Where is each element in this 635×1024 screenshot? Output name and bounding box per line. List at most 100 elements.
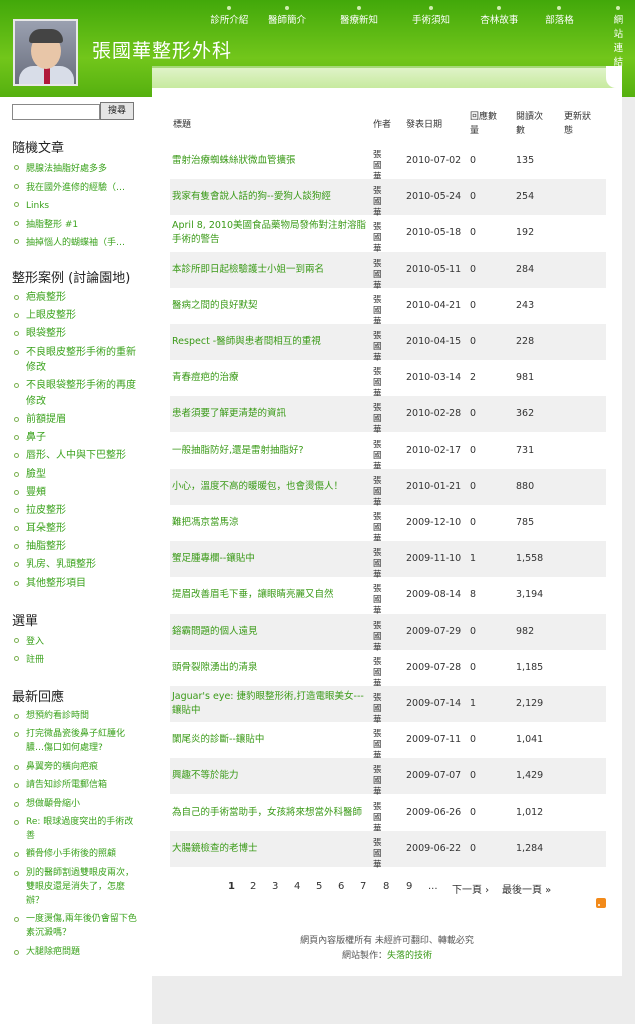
nav-item[interactable]: 醫師簡介	[268, 6, 307, 26]
recent-comment-link[interactable]: 請告知診所電郵信箱	[12, 778, 142, 792]
case-category-link[interactable]: 其他整形項目	[12, 576, 142, 592]
post-title-link[interactable]: Respect -醫師與患者間相互的重視	[172, 335, 367, 349]
case-category-link[interactable]: 抽脂整形	[12, 539, 142, 555]
post-date: 2009-06-22	[406, 842, 462, 854]
nav-item-label: 醫師簡介	[268, 15, 307, 26]
recent-comment-link[interactable]: 一度燙傷,兩年後仍會留下色素沉澱嗎？	[12, 912, 142, 940]
post-title-link[interactable]: 我家有隻會說人話的狗--愛狗人談狗經	[172, 190, 367, 204]
recent-comment-link[interactable]: 顴骨修小手術後的照顧	[12, 847, 142, 861]
post-title-link[interactable]: 蟹足腫專欄--鑲貼中	[172, 552, 367, 566]
credit-link[interactable]: 失落的技術	[387, 951, 432, 961]
search-button[interactable]: 搜尋	[100, 102, 134, 120]
menu-link[interactable]: 登入	[12, 633, 142, 651]
post-date: 2009-06-26	[406, 806, 462, 818]
recent-comment-link[interactable]: 別的醫師割過雙眼皮兩次，雙眼皮還是消失了，怎麼辦？	[12, 866, 142, 908]
case-category-link[interactable]: 臉型	[12, 467, 142, 483]
site-title[interactable]: 張國華整形外科	[92, 36, 232, 63]
recent-comment-link[interactable]: 打完微晶瓷後鼻子紅腫化膿…傷口如何處理?	[12, 727, 142, 755]
case-category-link[interactable]: 眼袋整形	[12, 326, 142, 342]
pager-last[interactable]: 最後一頁 »	[502, 881, 551, 896]
pager-page[interactable]: 2	[250, 881, 256, 892]
post-author: 張國華	[373, 801, 382, 834]
case-category-link[interactable]: 鼻子	[12, 430, 142, 446]
case-category-link[interactable]: 拉皮整形	[12, 503, 142, 519]
post-title-link[interactable]: 頭骨裂隙湧出的清泉	[172, 661, 367, 675]
nav-item[interactable]: 診所介紹	[210, 6, 248, 26]
table-row: 為自己的手術當助手，女孩將來想當外科醫師 張國華 2009-06-26 0 1,012	[170, 795, 606, 834]
nav-item[interactable]: 杏林故事	[480, 6, 518, 26]
post-replies: 0	[470, 734, 477, 746]
random-post-link[interactable]: 我在國外進修的經驗（…	[12, 179, 142, 198]
random-post-link[interactable]: 抽脂整形 #1	[12, 216, 142, 235]
posts-table-header: 標題 作者 發表日期 回應數量 閱讀次數 更新狀態	[170, 108, 606, 142]
post-title-link[interactable]: 鎔霸問題的個人遠見	[172, 625, 367, 639]
nav-item[interactable]: 醫療新知	[340, 6, 378, 26]
post-views: 3,194	[516, 589, 544, 601]
header-title[interactable]: 標題	[173, 118, 191, 132]
post-title-link[interactable]: April 8, 2010美國食品藥物局發佈對注射溶脂手術的警告	[172, 219, 367, 247]
post-title-link[interactable]: Jaguar's eye: 捷豹眼整形術,打造電眼美女---鑲貼中	[172, 690, 367, 718]
nav-item[interactable]: 手術須知	[412, 6, 450, 26]
case-category-link[interactable]: 豐頰	[12, 485, 142, 501]
pager-next[interactable]: 下一頁 ›	[452, 881, 489, 896]
case-category-link[interactable]: 疤痕整形	[12, 290, 142, 306]
nav-item[interactable]: 網站連結	[614, 6, 623, 68]
pager-page[interactable]: 3	[272, 881, 278, 892]
post-date: 2010-05-18	[406, 227, 462, 239]
nav-item[interactable]: 部落格	[545, 6, 574, 26]
post-author: 張國華	[373, 331, 382, 363]
recent-comment-link[interactable]: 想做顳骨縮小	[12, 797, 142, 811]
recent-comment-link[interactable]: 想預約看診時間	[12, 709, 142, 723]
post-title-link[interactable]: 大腸鏡檢查的老博士	[172, 842, 367, 856]
case-category-link[interactable]: 耳朵整形	[12, 521, 142, 537]
post-replies: 0	[470, 155, 477, 166]
case-category-link[interactable]: 唇形、人中與下巴整形	[12, 448, 142, 464]
post-title-link[interactable]: 一般抽脂防好,還是雷射抽脂好?	[172, 444, 367, 458]
post-title-link[interactable]: 雷射治療蜘蛛絲狀微血管擴張	[172, 154, 367, 168]
random-post-link[interactable]: 抽掉惱人的蝴蝶袖（手…	[12, 234, 142, 253]
pager-page[interactable]: 4	[294, 881, 300, 892]
pager-page[interactable]: 7	[360, 881, 366, 892]
post-title-link[interactable]: 青春痘疤的治療	[172, 371, 367, 385]
post-title-link[interactable]: 提眉改善眉毛下垂，讓眼睛亮麗又自然	[172, 588, 367, 602]
post-views: 1,284	[516, 842, 544, 854]
case-category-link[interactable]: 不良眼皮整形手術的重新修改	[12, 345, 142, 376]
case-category-link[interactable]: 前額提眉	[12, 412, 142, 428]
post-date: 2010-05-24	[406, 191, 462, 203]
post-title-link[interactable]: 為自己的手術當助手，女孩將來想當外科醫師	[172, 806, 367, 820]
header-updated[interactable]: 更新狀態	[564, 110, 594, 138]
pager-page[interactable]: 6	[338, 881, 344, 892]
post-title-link[interactable]: 小心，溫度不高的暖暖包，也會燙傷人！	[172, 480, 367, 494]
pager-page[interactable]: 9	[406, 881, 412, 892]
post-title-link[interactable]: 醫病之間的良好默契	[172, 299, 367, 313]
case-category-link[interactable]: 上眼皮整形	[12, 308, 142, 324]
header-views[interactable]: 閱讀次數	[516, 110, 546, 138]
header-author[interactable]: 作者	[373, 118, 391, 132]
post-title-link[interactable]: 興趣不等於能力	[172, 769, 367, 783]
post-replies: 0	[470, 661, 477, 673]
recent-comment-link[interactable]: Re: 眼球過度突出的手術改善	[12, 815, 142, 843]
recent-comment-link[interactable]: 大腿除疤問題	[12, 945, 142, 959]
case-category-link[interactable]: 乳房、乳頭整形	[12, 557, 142, 573]
rss-icon[interactable]	[596, 898, 606, 908]
header-replies[interactable]: 回應數量	[470, 110, 498, 138]
post-title-link[interactable]: 本診所即日起檢驗護士小姐一到兩名	[172, 263, 367, 277]
nav-dot-icon	[227, 6, 232, 10]
random-post-link[interactable]: 腮腺法抽脂好處多多	[12, 160, 142, 179]
menu-title: 選單	[12, 614, 39, 629]
post-title-link[interactable]: 難把馮京當馬涼	[172, 516, 367, 530]
header-date[interactable]: 發表日期	[406, 118, 442, 132]
search-input[interactable]	[12, 104, 100, 120]
pager-page[interactable]: 8	[383, 881, 389, 892]
post-title-link[interactable]: 患者須要了解更清楚的資訊	[172, 407, 367, 421]
random-post-link[interactable]: Links	[12, 197, 142, 216]
post-title-link[interactable]: 闌尾炎的診斷--鑲貼中	[172, 733, 367, 747]
menu-link[interactable]: 註冊	[12, 651, 142, 669]
post-views: 362	[516, 408, 535, 420]
table-row: April 8, 2010美國食品藥物局發佈對注射溶脂手術的警告 張國華 2010-…	[170, 215, 606, 254]
recent-comment-link[interactable]: 鼻翼旁的橫向疤痕	[12, 760, 142, 774]
case-category-link[interactable]: 不良眼袋整形手術的再度修改	[12, 378, 142, 409]
nav-dot-icon	[497, 6, 502, 10]
pager-page[interactable]: 5	[316, 881, 322, 892]
post-date: 2010-07-02	[406, 155, 462, 166]
